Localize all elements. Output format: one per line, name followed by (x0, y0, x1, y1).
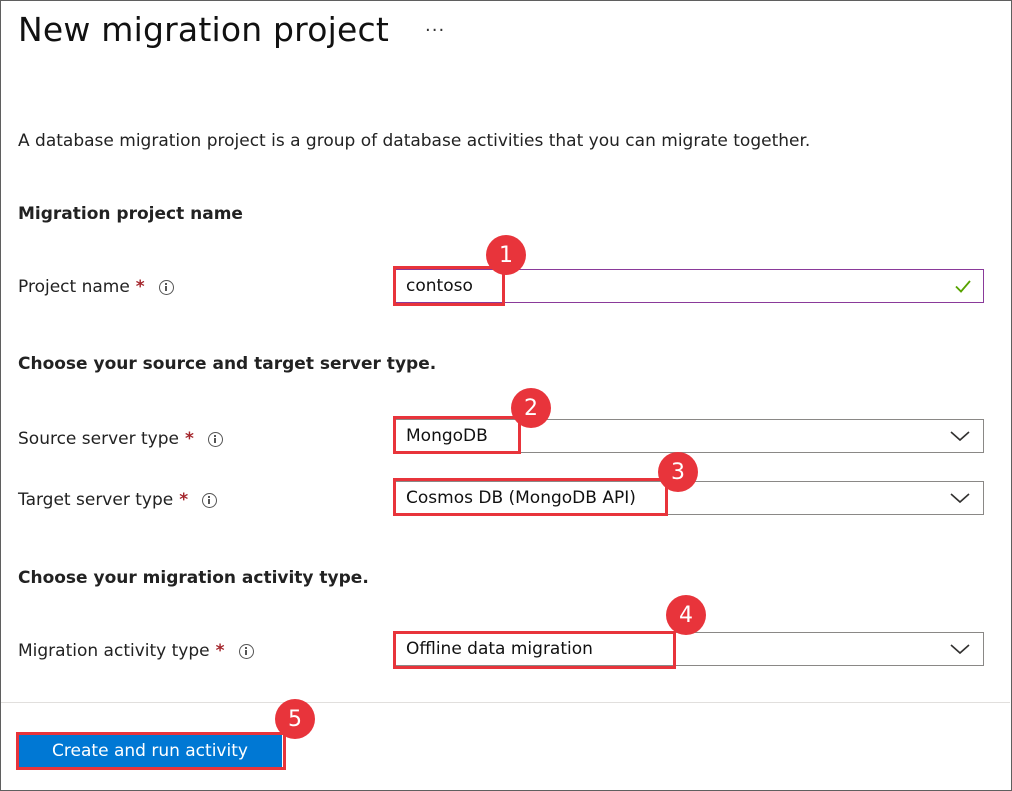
chevron-down-icon[interactable] (949, 642, 971, 656)
callout-highlight (16, 732, 286, 770)
window-frame (0, 0, 1012, 791)
callout-highlight (393, 266, 505, 306)
required-marker: * (135, 277, 145, 297)
page-title: New migration project (18, 10, 389, 49)
target-server-label: Target server type * (18, 490, 218, 510)
page-description: A database migration project is a group … (18, 131, 811, 151)
project-name-label-text: Project name (18, 277, 130, 297)
callout-badge-5: 5 (275, 699, 315, 739)
callout-highlight (393, 631, 676, 669)
info-icon[interactable] (238, 643, 254, 659)
section-heading-activity-type: Choose your migration activity type. (18, 568, 369, 588)
project-name-label: Project name * (18, 277, 174, 297)
required-marker: * (215, 641, 225, 661)
checkmark-icon (955, 280, 971, 293)
callout-highlight (393, 478, 668, 516)
required-marker: * (179, 490, 189, 510)
callout-badge-2: 2 (511, 388, 551, 428)
required-marker: * (185, 429, 194, 449)
callout-badge-1: 1 (486, 235, 526, 275)
source-server-label-text: Source server type (18, 429, 179, 449)
more-options-button[interactable]: ··· (425, 20, 445, 41)
chevron-down-icon[interactable] (949, 429, 971, 443)
info-icon[interactable] (207, 431, 223, 447)
callout-badge-3: 3 (658, 452, 698, 492)
activity-type-label-text: Migration activity type (18, 641, 210, 661)
source-server-label: Source server type * (18, 429, 223, 449)
section-heading-project-name: Migration project name (18, 204, 243, 224)
info-icon[interactable] (202, 492, 218, 508)
callout-badge-4: 4 (666, 595, 706, 635)
target-server-label-text: Target server type (18, 490, 174, 510)
chevron-down-icon[interactable] (949, 491, 971, 505)
section-heading-server-types: Choose your source and target server typ… (18, 354, 437, 374)
activity-type-label: Migration activity type * (18, 641, 254, 661)
callout-highlight (393, 416, 521, 454)
footer-divider (1, 702, 1010, 703)
info-icon[interactable] (158, 279, 174, 295)
